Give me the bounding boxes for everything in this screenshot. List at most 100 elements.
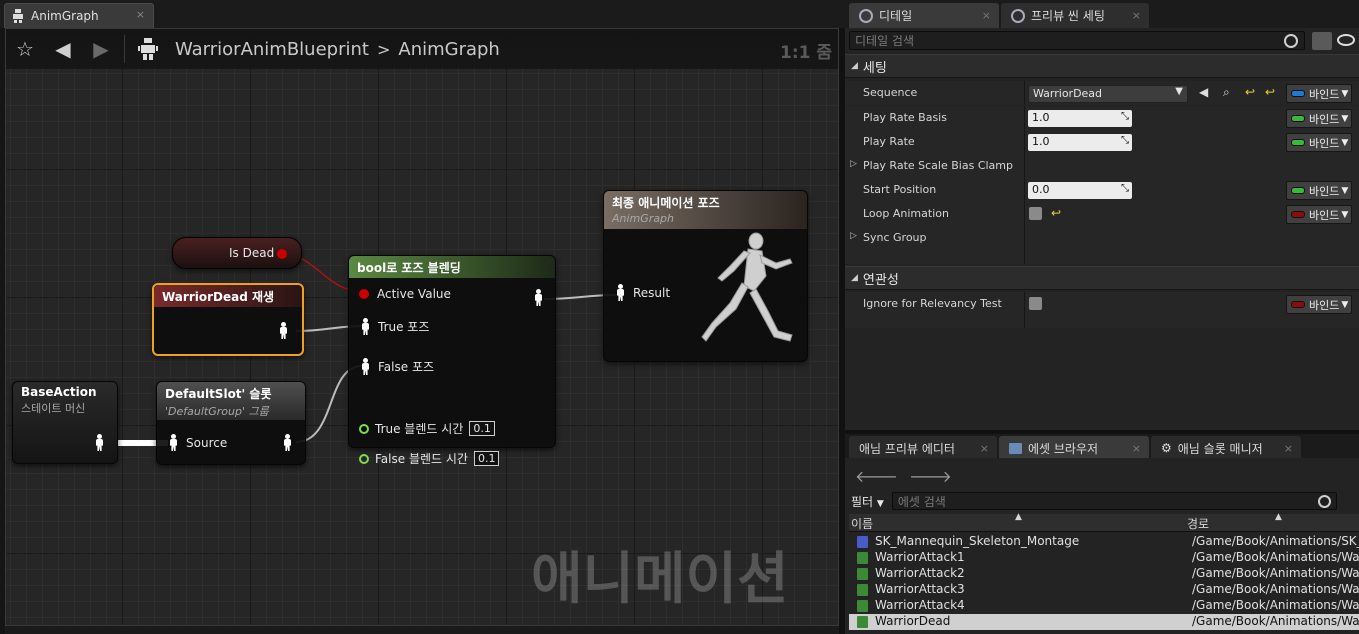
filter-button[interactable]: 필터 ▼ (851, 493, 884, 510)
true-blend-time-pin[interactable]: True 블렌드 시간 0.1 (359, 420, 495, 437)
result-pin[interactable]: Result (616, 284, 670, 301)
back-arrow-icon[interactable]: 🡐 (855, 467, 898, 486)
category-relevancy[interactable]: ◢ 연관성 (845, 266, 1359, 290)
prop-sequence: Sequence WarriorDead ▼ ◀ ⌕ ↩ ↩ 바인드 ▼ (845, 81, 1359, 105)
blend-node-title: bool로 포즈 블렌딩 (357, 261, 461, 275)
asset-search[interactable]: 에셋 검색 (891, 492, 1337, 510)
tab-details[interactable]: 디테일 × (849, 3, 999, 28)
bind-button[interactable]: 바인드 ▼ (1286, 84, 1352, 103)
play-rate-input[interactable]: 1.0 ⤡ (1028, 134, 1132, 151)
close-icon[interactable]: × (1284, 442, 1293, 455)
mannequin-pose-icon (701, 232, 793, 342)
default-slot-title: DefaultSlot' 슬롯 (165, 387, 272, 401)
start-position-input[interactable]: 0.0 ⤡ (1028, 182, 1132, 199)
base-action-output-pin[interactable] (95, 434, 104, 451)
tab-animgraph[interactable]: AnimGraph × (4, 3, 154, 28)
final-pose-node[interactable]: 최종 애니메이션 포즈 AnimGraph Result (603, 190, 808, 362)
base-action-node[interactable]: BaseAction 스테이트 머신 (12, 381, 118, 464)
asset-row-selected[interactable]: WarriorDead /Game/Book/Animations/Warrio… (849, 614, 1359, 630)
expand-triangle-icon[interactable]: ▷ (850, 159, 857, 169)
reset-yellow-icon[interactable]: ↩ (1051, 206, 1061, 220)
details-search-input[interactable]: 디테일 검색 (855, 32, 1284, 49)
tab-preview-scene[interactable]: 프리뷰 씬 세팅 × (1001, 3, 1149, 28)
false-pose-pin[interactable]: False 포즈 (361, 358, 434, 375)
asset-row[interactable]: SK_Mannequin_Skeleton_Montage /Game/Book… (849, 534, 1359, 550)
default-slot-output-pin[interactable] (283, 434, 292, 451)
category-settings[interactable]: ◢ 세팅 (845, 54, 1359, 78)
prop-sync-group[interactable]: ▷ Sync Group (845, 226, 1359, 250)
column-path[interactable]: 경로 (1187, 515, 1209, 532)
bind-label: 바인드 (1309, 136, 1340, 150)
is-dead-output-pin[interactable] (277, 249, 287, 259)
pose-pin-icon (169, 434, 178, 451)
is-dead-node[interactable]: Is Dead (172, 237, 302, 269)
close-icon[interactable]: × (982, 9, 991, 22)
sequence-combo[interactable]: WarriorDead ▼ (1028, 85, 1188, 103)
graph-canvas[interactable]: ☆ ◀ ▶ WarriorAnimBlueprint > AnimGraph 1… (5, 28, 839, 626)
back-arrow-icon[interactable]: ◀ (44, 29, 82, 69)
breadcrumb-root[interactable]: WarriorAnimBlueprint (175, 39, 369, 60)
blend-by-bool-node[interactable]: bool로 포즈 블렌딩 Active Value True 포즈 False … (348, 255, 556, 466)
active-value-pin[interactable]: Active Value (359, 287, 451, 301)
true-blend-time-value[interactable]: 0.1 (469, 421, 495, 436)
chevron-down-icon: ▼ (1341, 209, 1349, 220)
forward-arrow-icon[interactable]: 🡒 (909, 467, 952, 486)
tab-anim-preview-editor[interactable]: 애님 프리뷰 에디터 × (849, 436, 997, 460)
source-pin[interactable]: Source (169, 434, 227, 451)
asset-search-input[interactable]: 에셋 검색 (893, 493, 1318, 510)
asset-row[interactable]: WarriorAttack3 /Game/Book/Animations/War… (849, 582, 1359, 598)
bind-button[interactable]: 바인드 ▼ (1286, 109, 1352, 128)
view-options-grid-icon[interactable] (1312, 32, 1332, 50)
expand-triangle-icon[interactable]: ▷ (850, 231, 857, 241)
asset-row[interactable]: WarriorAttack4 /Game/Book/Animations/War… (849, 598, 1359, 614)
search-icon (1317, 494, 1331, 508)
asset-row[interactable]: WarriorAttack2 /Game/Book/Animations/War… (849, 566, 1359, 582)
sequence-value: WarriorDead (1033, 87, 1103, 100)
asset-path: /Game/Book/Animations/WarriorAttack4 (1192, 598, 1359, 612)
eye-icon[interactable] (1337, 34, 1355, 46)
true-pose-pin[interactable]: True 포즈 (361, 318, 429, 335)
tab-anim-preview-label: 애님 프리뷰 에디터 (859, 441, 955, 456)
play-rate-basis-input[interactable]: 1.0 ⤡ (1028, 110, 1132, 127)
close-icon[interactable]: × (136, 8, 145, 21)
warrior-dead-header: WarriorDead 재생 (154, 285, 302, 307)
bind-button[interactable]: 바인드 ▼ (1286, 295, 1352, 314)
warrior-dead-play-node[interactable]: WarriorDead 재생 (152, 283, 304, 356)
blend-node-header: bool로 포즈 블렌딩 (349, 256, 555, 278)
bind-button[interactable]: 바인드 ▼ (1286, 181, 1352, 200)
column-separator (1024, 292, 1025, 316)
is-dead-label: Is Dead (229, 246, 275, 260)
zoom-level: 1:1 줌 (779, 43, 832, 63)
bind-button[interactable]: 바인드 ▼ (1286, 133, 1352, 152)
loop-animation-checkbox[interactable] (1029, 207, 1042, 220)
use-selected-arrow-icon[interactable]: ◀ (1199, 85, 1208, 99)
reset-yellow-icon-2[interactable]: ↩ (1265, 85, 1275, 99)
default-slot-node[interactable]: DefaultSlot' 슬롯 'DefaultGroup' 그룹 Source (156, 381, 306, 465)
final-pose-subtitle: AnimGraph (612, 212, 675, 225)
tab-asset-browser[interactable]: 에셋 브라우저 × (999, 436, 1149, 460)
ignore-relevancy-checkbox[interactable] (1029, 297, 1042, 310)
close-icon[interactable]: × (1132, 9, 1141, 22)
close-icon[interactable]: × (980, 442, 989, 455)
blend-output-pin[interactable] (534, 289, 543, 306)
warrior-dead-output-pin[interactable] (279, 322, 288, 339)
bind-button[interactable]: 바인드 ▼ (1286, 205, 1352, 224)
browse-search-icon[interactable]: ⌕ (1223, 85, 1230, 100)
prop-play-rate-scale-bias-clamp[interactable]: ▷ Play Rate Scale Bias Clamp (845, 154, 1359, 178)
details-search[interactable]: 디테일 검색 (849, 31, 1305, 50)
reset-yellow-icon[interactable]: ↩ (1245, 85, 1255, 99)
false-blend-time-value[interactable]: 0.1 (473, 451, 500, 466)
tab-anim-slot-manager[interactable]: ⚙ 애님 슬롯 매니저 × (1151, 436, 1301, 460)
star-icon[interactable]: ☆ (6, 29, 44, 69)
history-nav: 🡐 🡒 (855, 466, 952, 486)
tab-anim-slot-label: 애님 슬롯 매니저 (1177, 441, 1263, 456)
false-blend-time-pin[interactable]: False 블렌드 시간 0.1 (359, 450, 500, 467)
column-name[interactable]: 이름 (851, 515, 873, 532)
filter-label: 필터 (851, 494, 874, 509)
forward-arrow-icon[interactable]: ▶ (82, 29, 120, 69)
asset-row[interactable]: WarriorAttack1 /Game/Book/Animations/War… (849, 550, 1359, 566)
close-icon[interactable]: × (1132, 442, 1141, 455)
bind-swatch (1291, 139, 1305, 146)
base-action-subtitle: 스테이트 머신 (21, 402, 86, 415)
breadcrumb-leaf: AnimGraph (398, 38, 500, 60)
